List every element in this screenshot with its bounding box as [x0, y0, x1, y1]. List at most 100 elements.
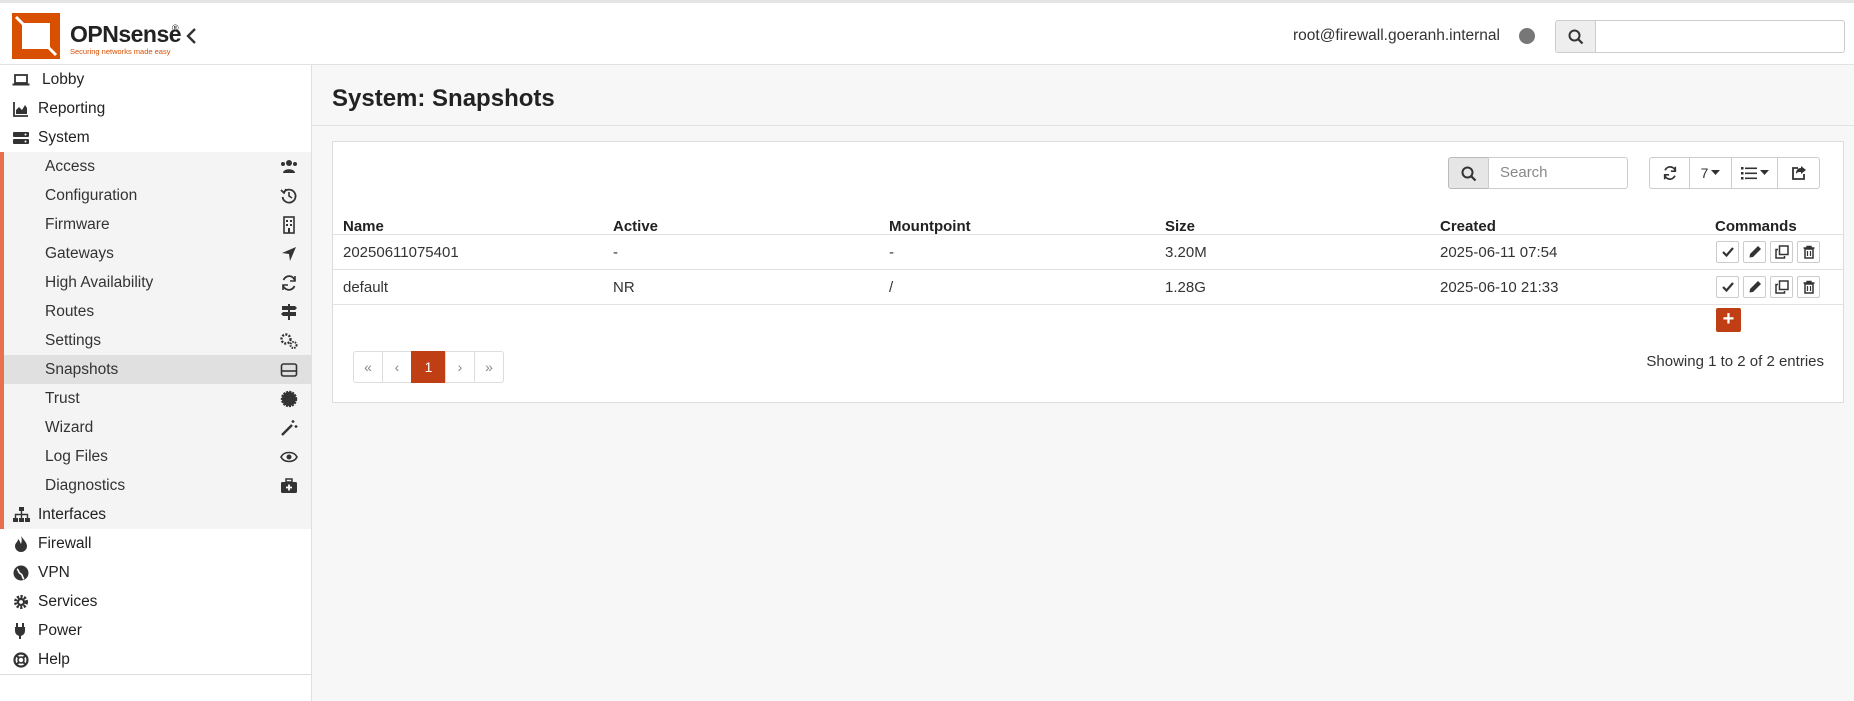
pagination-info: Showing 1 to 2 of 2 entries [1646, 353, 1824, 370]
magic-icon [281, 420, 298, 436]
sidebar-item-routes[interactable]: Routes [4, 297, 311, 326]
sidebar-item-firewall[interactable]: Firewall [0, 529, 311, 558]
sidebar-item-label: Gateways [45, 245, 114, 262]
row-count-value: 7 [1700, 165, 1709, 181]
plug-icon [15, 623, 25, 639]
row-count-dropdown[interactable]: 7 [1690, 157, 1732, 189]
pencil-icon [1749, 281, 1761, 293]
sidebar-item-label: Log Files [45, 448, 108, 465]
caret-down-icon [1759, 170, 1769, 175]
sidebar-item-label: Diagnostics [45, 477, 126, 494]
clone-button[interactable] [1770, 241, 1793, 263]
sidebar-item-services[interactable]: Services [0, 587, 311, 616]
sidebar-item-interfaces[interactable]: Interfaces [0, 500, 311, 529]
sidebar-item-trust[interactable]: Trust [4, 384, 311, 413]
sidebar-item-high-availability[interactable]: High Availability [4, 268, 311, 297]
sidebar-item-log-files[interactable]: Log Files [4, 442, 311, 471]
column-header-created[interactable]: Created [1440, 218, 1496, 235]
sidebar-item-label: Help [38, 651, 70, 668]
sidebar-item-snapshots[interactable]: Snapshots [4, 355, 311, 384]
last-page-button[interactable]: » [474, 351, 504, 383]
columns-dropdown[interactable] [1732, 157, 1778, 189]
sidebar-item-label: System [38, 129, 90, 146]
column-header-active[interactable]: Active [613, 218, 658, 235]
life-ring-icon [13, 652, 29, 668]
pencil-icon [1749, 246, 1761, 258]
certificate-icon [280, 390, 298, 408]
sidebar-item-reporting[interactable]: Reporting [0, 94, 311, 123]
status-indicator-icon[interactable] [1519, 28, 1535, 44]
cog-icon [14, 595, 28, 609]
edit-button[interactable] [1743, 276, 1766, 298]
global-search-input[interactable] [1595, 20, 1845, 53]
list-icon [1740, 167, 1757, 180]
opnsense-logo-mark-icon [12, 13, 60, 59]
snapshot-created: 2025-06-10 21:33 [1440, 279, 1559, 296]
sidebar-item-label: Lobby [42, 71, 85, 88]
next-page-button[interactable]: › [445, 351, 475, 383]
column-header-size[interactable]: Size [1165, 218, 1195, 235]
page-title: System: Snapshots [332, 85, 555, 112]
pagination: « ‹ 1 › » [353, 351, 504, 383]
column-header-commands: Commands [1715, 218, 1797, 235]
sidebar-item-diagnostics[interactable]: Diagnostics [4, 471, 311, 500]
sidebar-item-access[interactable]: Access [4, 152, 311, 181]
sitemap-icon [13, 507, 30, 522]
sidebar-item-system[interactable]: System [0, 123, 311, 152]
user-label[interactable]: root@firewall.goeranh.internal [1293, 27, 1500, 45]
caret-down-icon [1711, 170, 1721, 175]
check-icon [1722, 247, 1734, 258]
snapshot-active: - [613, 244, 618, 261]
edit-button[interactable] [1743, 241, 1766, 263]
add-snapshot-button[interactable]: + [1716, 308, 1741, 332]
grid-search-button[interactable] [1448, 157, 1489, 189]
sidebar-item-settings[interactable]: Settings [4, 326, 311, 355]
delete-button[interactable] [1797, 241, 1820, 263]
users-icon [281, 160, 297, 173]
column-header-mountpoint[interactable]: Mountpoint [889, 218, 971, 235]
sidebar-item-firmware[interactable]: Firmware [4, 210, 311, 239]
search-button[interactable] [1555, 20, 1596, 53]
sidebar-item-power[interactable]: Power [0, 616, 311, 645]
refresh-button[interactable] [1649, 157, 1690, 189]
page-1-button[interactable]: 1 [411, 351, 446, 383]
area-chart-icon [13, 102, 28, 117]
cogs-icon [280, 333, 298, 349]
sidebar-item-gateways[interactable]: Gateways [4, 239, 311, 268]
prev-page-button[interactable]: ‹ [382, 351, 412, 383]
opnsense-logo[interactable]: OPNsense ® Securing networks made easy [10, 11, 182, 61]
sidebar-item-lobby[interactable]: Lobby [0, 65, 311, 94]
share-icon [1791, 166, 1806, 180]
sidebar-item-label: Trust [45, 390, 80, 407]
first-page-button[interactable]: « [353, 351, 383, 383]
search-icon [1568, 29, 1584, 45]
snapshot-name: 20250611075401 [343, 244, 459, 261]
activate-button[interactable] [1716, 276, 1739, 298]
sidebar-item-vpn[interactable]: VPN [0, 558, 311, 587]
column-header-name[interactable]: Name [343, 218, 384, 235]
sidebar-item-label: Services [38, 593, 98, 610]
table-row[interactable]: default NR / 1.28G 2025-06-10 21:33 [333, 269, 1843, 304]
snapshot-size: 1.28G [1165, 279, 1206, 296]
table-row[interactable]: 20250611075401 - - 3.20M 2025-06-11 07:5… [333, 234, 1843, 269]
clone-button[interactable] [1770, 276, 1793, 298]
export-button[interactable] [1778, 157, 1820, 189]
sidebar: Lobby Reporting System Access Configurat… [0, 65, 312, 701]
sidebar-item-configuration[interactable]: Configuration [4, 181, 311, 210]
system-submenu: Access Configuration Firmware Gateways H… [0, 152, 311, 529]
chevron-left-icon[interactable] [184, 25, 200, 47]
grid-actions: 7 [1649, 157, 1820, 189]
snapshot-name: default [343, 279, 389, 296]
sidebar-item-label: Configuration [45, 187, 138, 204]
sidebar-item-help[interactable]: Help [0, 645, 311, 674]
grid-search-input[interactable]: Search [1488, 157, 1628, 189]
sidebar-item-label: Wizard [45, 419, 94, 436]
delete-button[interactable] [1797, 276, 1820, 298]
check-icon [1722, 282, 1734, 293]
activate-button[interactable] [1716, 241, 1739, 263]
sidebar-item-wizard[interactable]: Wizard [4, 413, 311, 442]
sidebar-item-label: Interfaces [38, 506, 107, 523]
sidebar-item-label: Snapshots [45, 361, 119, 378]
trash-icon [1803, 245, 1815, 259]
server-icon [13, 132, 29, 144]
